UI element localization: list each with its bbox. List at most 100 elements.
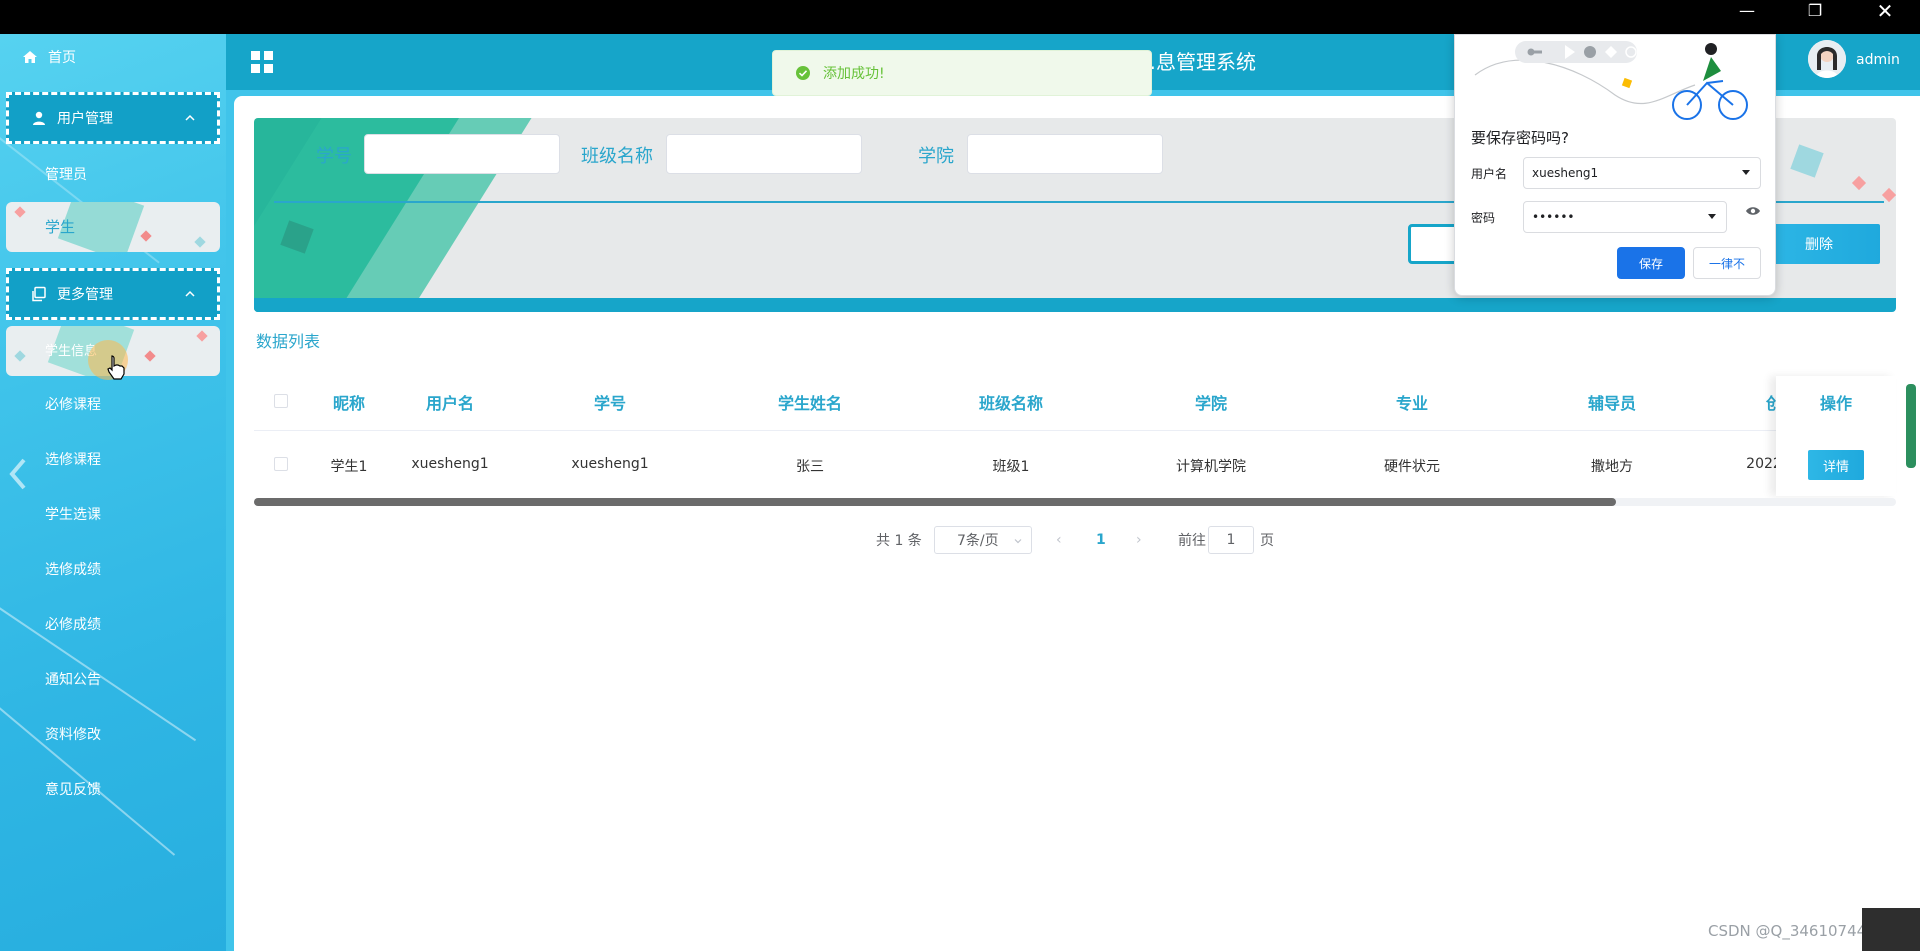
caret-down-icon — [1708, 214, 1716, 219]
card-decoration — [14, 350, 26, 362]
chevron-up-icon — [185, 290, 195, 297]
panel-stripe — [254, 298, 1896, 312]
column-header-class-name[interactable]: 班级名称 — [979, 390, 1043, 413]
chevron-left-icon[interactable] — [8, 454, 28, 494]
avatar-image — [1808, 40, 1846, 78]
sidebar-item-profile-edit[interactable]: 资料修改 — [45, 722, 101, 746]
chevron-down-icon — [1014, 539, 1022, 544]
chevron-up-icon — [185, 114, 195, 121]
username-select[interactable]: xuesheng1 — [1523, 157, 1761, 189]
table-cell: 撒地方 — [1591, 459, 1633, 475]
popup-title: 要保存密码吗? — [1471, 129, 1569, 147]
sidebar-group-more-management[interactable]: 更多管理 — [6, 268, 220, 320]
sidebar-item-admin[interactable]: 管理员 — [45, 162, 87, 186]
search-label-student-id: 学号 — [316, 146, 352, 167]
toast-message: 添加成功! — [823, 66, 885, 82]
app-title: …息管理系统 — [1136, 50, 1256, 74]
search-input-student-id[interactable] — [364, 134, 560, 174]
data-table: 昵称 用户名 学号 学生姓名 班级名称 学院 专业 辅导员 创 学生1 xues… — [254, 376, 1896, 504]
panel-decoration — [1881, 187, 1896, 203]
search-input-class-name[interactable] — [666, 134, 862, 174]
sidebar-item-required-courses[interactable]: 必修课程 — [45, 392, 101, 416]
avatar[interactable] — [1808, 40, 1846, 78]
password-illustration — [1474, 41, 1748, 120]
sidebar-item-course-selection[interactable]: 学生选课 — [45, 502, 101, 526]
delete-button[interactable]: 删除 — [1758, 224, 1880, 264]
maximize-button[interactable]: ❐ — [1792, 0, 1838, 22]
hand-cursor-icon — [107, 355, 125, 380]
column-header-nickname[interactable]: 昵称 — [333, 390, 365, 413]
horizontal-scrollbar-thumb[interactable] — [254, 498, 1616, 506]
sidebar-group-user-management[interactable]: 用户管理 — [6, 92, 220, 144]
row-divider — [254, 430, 1896, 431]
panel-decoration — [1851, 175, 1867, 191]
password-value: •••••• — [1532, 210, 1575, 224]
watermark: CSDN @Q_3461074420 — [1708, 922, 1886, 940]
close-window-button[interactable]: ✕ — [1862, 0, 1908, 22]
sidebar-group-label: 用户管理 — [57, 111, 113, 127]
page-number-current[interactable]: 1 — [1096, 526, 1106, 554]
sidebar-item-home[interactable]: 首页 — [22, 46, 76, 68]
panel-decoration — [1790, 144, 1824, 178]
password-select[interactable]: •••••• — [1523, 201, 1727, 233]
card-decoration — [14, 206, 26, 218]
table-cell: 学生1 — [330, 459, 368, 475]
prev-page-button[interactable]: ‹ — [1056, 526, 1062, 554]
card-decoration — [140, 230, 152, 242]
detail-button[interactable]: 详情 — [1808, 450, 1864, 480]
table-cell: 班级1 — [992, 459, 1030, 475]
column-header-counselor[interactable]: 辅导员 — [1588, 390, 1636, 413]
table-cell: 计算机学院 — [1176, 459, 1246, 475]
card-decoration — [196, 330, 208, 342]
next-page-button[interactable]: › — [1136, 526, 1142, 554]
column-header-actions: 操作 — [1819, 394, 1853, 413]
username-value: xuesheng1 — [1532, 166, 1599, 180]
user-icon — [33, 111, 45, 125]
table-cell: 张三 — [796, 459, 824, 475]
sidebar-item-elective-courses[interactable]: 选修课程 — [45, 447, 101, 471]
eye-icon[interactable] — [1745, 205, 1761, 217]
window-titlebar: — ❐ ✕ — [0, 0, 1920, 34]
sidebar-item-feedback[interactable]: 意见反馈 — [45, 777, 101, 801]
sidebar-item-required-grades[interactable]: 必修成绩 — [45, 612, 101, 636]
page-size-select[interactable]: 7条/页 — [934, 526, 1032, 554]
success-toast: 添加成功! — [772, 50, 1152, 96]
save-password-button[interactable]: 保存 — [1617, 247, 1685, 279]
apps-grid-icon[interactable] — [250, 50, 274, 74]
minimize-button[interactable]: — — [1724, 0, 1770, 22]
search-button[interactable] — [1408, 224, 1460, 264]
corner-overlay — [1862, 908, 1920, 951]
search-input-college[interactable] — [967, 134, 1163, 174]
row-checkbox[interactable] — [274, 457, 288, 471]
column-header-student-id[interactable]: 学号 — [594, 390, 626, 413]
column-header-username[interactable]: 用户名 — [426, 390, 474, 413]
table-cell: xuesheng1 — [571, 456, 649, 472]
column-header-student-name[interactable]: 学生姓名 — [778, 390, 842, 413]
goto-page-input[interactable]: 1 — [1208, 526, 1254, 554]
sidebar: 首页 用户管理 管理员 学生 更多管理 学生信息 必修课程 选修课程 学生选课 … — [0, 34, 226, 951]
username-label: 用户名 — [1471, 167, 1508, 181]
list-title: 数据列表 — [256, 332, 321, 351]
never-save-button[interactable]: 一律不 — [1693, 247, 1761, 279]
search-label-college: 学院 — [918, 146, 954, 167]
page-size-value: 7条/页 — [957, 533, 999, 549]
card-decoration — [144, 350, 156, 362]
goto-label: 前往 — [1178, 533, 1206, 549]
goto-unit: 页 — [1260, 533, 1274, 549]
card-decoration — [194, 236, 206, 248]
caret-down-icon — [1742, 170, 1750, 175]
home-icon — [23, 51, 37, 63]
search-label-class-name: 班级名称 — [581, 146, 653, 167]
sidebar-item-elective-grades[interactable]: 选修成绩 — [45, 557, 101, 581]
select-all-checkbox[interactable] — [274, 394, 288, 408]
copy-icon — [32, 286, 46, 302]
table-cell: 硬件状元 — [1384, 459, 1440, 475]
sidebar-item-student[interactable]: 学生 — [6, 202, 220, 252]
pagination-total: 共 1 条 — [876, 533, 922, 549]
column-header-major[interactable]: 专业 — [1396, 390, 1428, 413]
username[interactable]: admin — [1856, 52, 1900, 68]
column-header-college[interactable]: 学院 — [1195, 390, 1227, 413]
vertical-scrollbar-thumb[interactable] — [1906, 384, 1916, 468]
sidebar-item-announcements[interactable]: 通知公告 — [45, 667, 101, 691]
sidebar-item-label: 首页 — [48, 50, 76, 66]
